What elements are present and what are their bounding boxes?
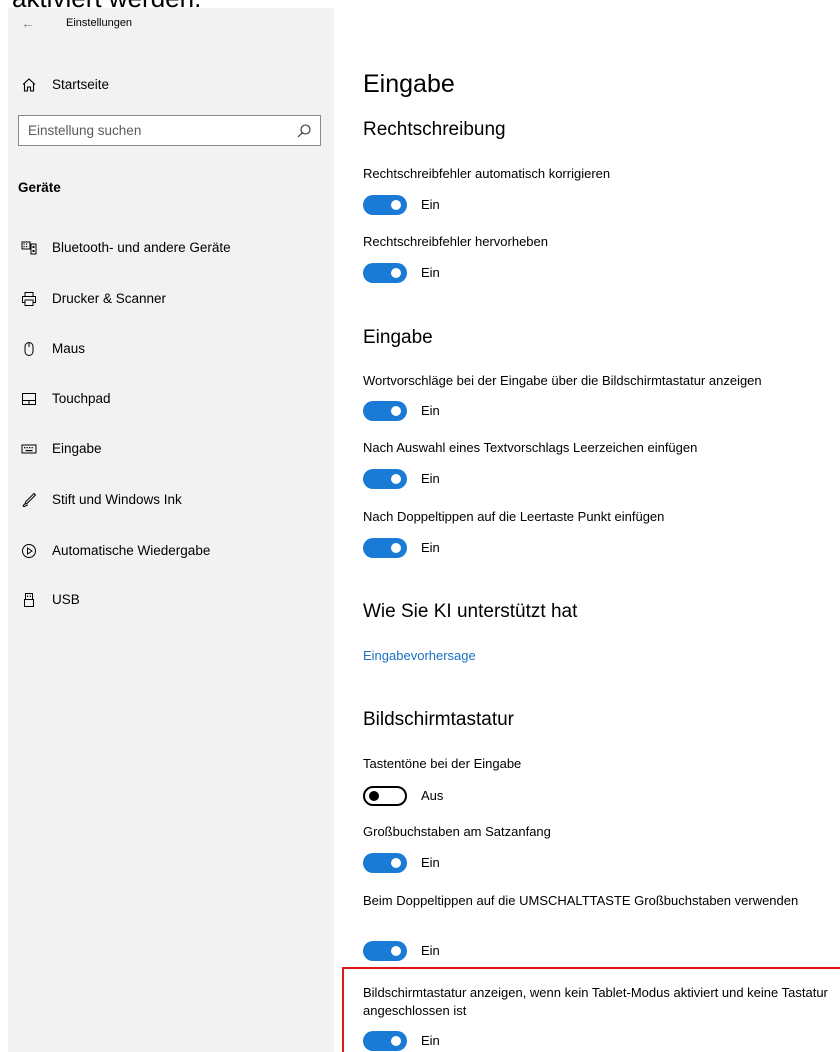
toggle-state-text: Ein <box>421 1033 440 1048</box>
toggle-row-space-after: Ein <box>363 469 563 491</box>
mouse-icon <box>20 340 38 358</box>
toggle-knob <box>391 474 401 484</box>
toggle-state-text: Ein <box>421 471 440 486</box>
toggle-row-highlight: Ein <box>363 263 563 285</box>
toggle-row-caps-lock: Ein <box>363 941 563 963</box>
sidebar-item-label: Startseite <box>52 77 110 92</box>
sidebar-item-label: Drucker & Scanner <box>52 291 167 306</box>
toggle-knob <box>391 200 401 210</box>
setting-label-capitalize: Großbuchstaben am Satzanfang <box>363 824 551 839</box>
toggle-row-key-sounds: Aus <box>363 786 563 808</box>
setting-label-show-keyboard: Bildschirmtastatur anzeigen, wenn kein T… <box>363 985 828 1018</box>
setting-label-key-sounds: Tastentöne bei der Eingabe <box>363 756 522 771</box>
search-icon[interactable] <box>296 123 312 139</box>
sidebar-item-mouse[interactable]: Maus <box>8 334 334 364</box>
sidebar-item-home[interactable]: Startseite <box>8 70 334 100</box>
touchpad-icon <box>20 390 38 408</box>
sidebar-item-label: Automatische Wiedergabe <box>52 543 211 558</box>
section-heading-ai: Wie Sie KI unterstützt hat <box>363 601 578 622</box>
sidebar-item-usb[interactable]: USB <box>8 585 334 615</box>
toggle-double-tap-period[interactable] <box>363 538 407 558</box>
sidebar-item-label: Bluetooth- und andere Geräte <box>52 240 231 255</box>
sidebar-item-printers[interactable]: Drucker & Scanner <box>8 284 334 314</box>
setting-label-double-tap-period: Nach Doppeltippen auf die Leertaste Punk… <box>363 509 665 524</box>
search-box[interactable] <box>18 115 321 146</box>
setting-label-suggestions: Wortvorschläge bei der Eingabe über die … <box>363 373 762 388</box>
toggle-state-text: Ein <box>421 540 440 555</box>
toggle-knob <box>391 543 401 553</box>
toggle-row-double-tap-period: Ein <box>363 538 563 560</box>
section-heading-spelling: Rechtschreibung <box>363 119 506 140</box>
sidebar-item-label: Maus <box>52 341 86 356</box>
sidebar-item-label: Eingabe <box>52 441 102 456</box>
setting-label-highlight: Rechtschreibfehler hervorheben <box>363 234 548 249</box>
home-icon <box>20 76 38 94</box>
sidebar-item-pen[interactable]: Stift und Windows Ink <box>8 485 334 515</box>
toggle-show-keyboard[interactable] <box>363 1031 407 1051</box>
sidebar-item-label: Touchpad <box>52 391 111 406</box>
link-typing-insights[interactable]: Eingabevorhersage <box>363 648 476 663</box>
toggle-knob <box>369 791 379 801</box>
sidebar-item-label: Stift und Windows Ink <box>52 492 182 507</box>
pen-icon <box>20 491 38 509</box>
sidebar-item-touchpad[interactable]: Touchpad <box>8 384 334 414</box>
section-heading-touch-keyboard: Bildschirmtastatur <box>363 709 514 730</box>
section-heading-typing: Eingabe <box>363 327 433 348</box>
toggle-state-text: Ein <box>421 265 440 280</box>
toggle-row-autocorrect: Ein <box>363 195 563 217</box>
toggle-knob <box>391 268 401 278</box>
sidebar: ← Einstellungen Startseite Geräte Blueto… <box>8 8 334 1052</box>
page-title: Eingabe <box>363 70 455 98</box>
toggle-state-text: Ein <box>421 943 440 958</box>
setting-label-autocorrect: Rechtschreibfehler automatisch korrigier… <box>363 166 611 181</box>
toggle-row-suggestions: Ein <box>363 401 563 423</box>
bluetooth-devices-icon <box>20 239 38 257</box>
toggle-knob <box>391 946 401 956</box>
toggle-state-text: Ein <box>421 403 440 418</box>
toggle-row-show-keyboard: Ein <box>363 1031 563 1052</box>
toggle-state-text: Ein <box>421 197 440 212</box>
sidebar-item-label: USB <box>52 592 80 607</box>
toggle-state-text: Aus <box>421 788 444 803</box>
toggle-space-after[interactable] <box>363 469 407 489</box>
title-bar: ← Einstellungen <box>8 8 334 38</box>
toggle-state-text: Ein <box>421 855 440 870</box>
toggle-key-sounds[interactable] <box>363 786 407 806</box>
toggle-row-capitalize: Ein <box>363 853 563 875</box>
sidebar-item-typing[interactable]: Eingabe <box>8 434 334 464</box>
sidebar-item-bluetooth[interactable]: Bluetooth- und andere Geräte <box>8 233 334 263</box>
keyboard-icon <box>20 440 38 458</box>
usb-icon <box>20 591 38 609</box>
search-input[interactable] <box>19 116 289 145</box>
autoplay-icon <box>20 542 38 560</box>
toggle-knob <box>391 1036 401 1046</box>
section-label-devices: Geräte <box>18 180 61 195</box>
toggle-autocorrect[interactable] <box>363 195 407 215</box>
toggle-caps-lock[interactable] <box>363 941 407 961</box>
setting-label-caps-lock: Beim Doppeltippen auf die UMSCHALTTASTE … <box>363 893 799 908</box>
toggle-knob <box>391 858 401 868</box>
toggle-suggestions[interactable] <box>363 401 407 421</box>
app-title: Einstellungen <box>66 17 133 29</box>
toggle-capitalize[interactable] <box>363 853 407 873</box>
toggle-highlight[interactable] <box>363 263 407 283</box>
setting-label-space-after: Nach Auswahl eines Textvorschlags Leerze… <box>363 440 698 455</box>
sidebar-item-autoplay[interactable]: Automatische Wiedergabe <box>8 536 334 566</box>
printer-icon <box>20 290 38 308</box>
back-button[interactable]: ← <box>18 13 38 33</box>
toggle-knob <box>391 406 401 416</box>
